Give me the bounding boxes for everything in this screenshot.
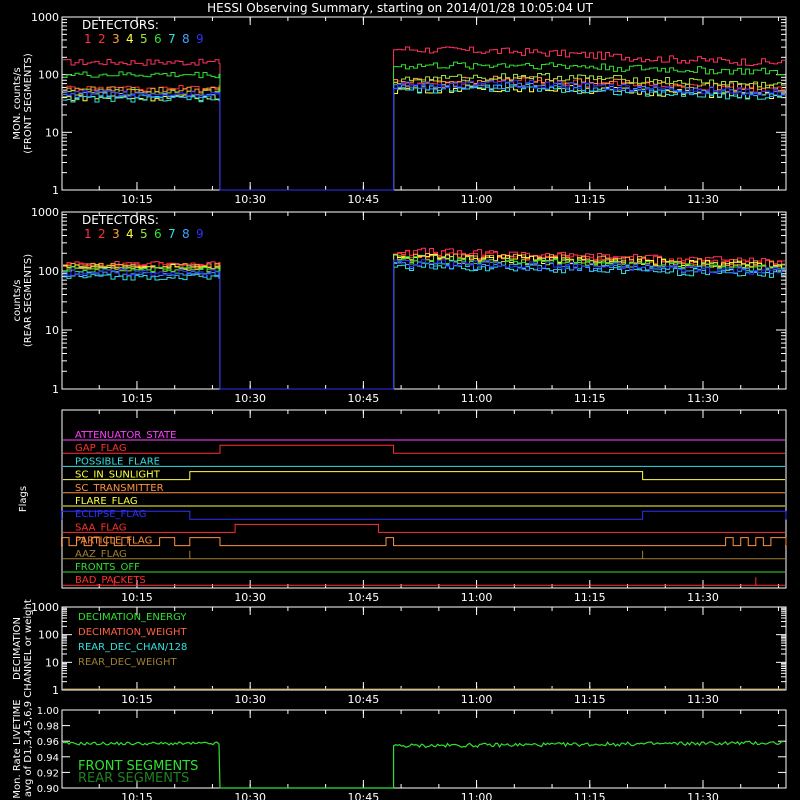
legend-detector-3: 3 [112,227,120,241]
x-tick-label: 10:15 [121,791,153,800]
flag-label: SC_TRANSMITTER [75,483,164,494]
x-tick-label: 11:15 [574,392,606,405]
y-axis-label-line: avg of D1,3,4,5,6,9 [23,701,34,797]
x-tick-label: 11:30 [687,591,719,604]
x-tick-label: 11:00 [461,193,493,206]
figure-title: HESSI Observing Summary, starting on 201… [207,1,593,15]
x-tick-label: 10:45 [348,392,380,405]
y-tick-label: 1000 [31,11,59,24]
y-axis-label-line: counts/s [12,279,23,321]
x-tick-label: 10:15 [121,693,153,706]
y-tick-label: 1 [52,684,59,697]
flag-label: GAP_FLAG [75,443,127,454]
x-tick-label: 11:30 [687,193,719,206]
legend-detector-8: 8 [182,32,190,46]
x-tick-label: 10:45 [348,693,380,706]
x-tick-label: 10:30 [234,693,266,706]
y-tick-label: 100 [38,69,59,82]
y-tick-label: 1.00 [37,706,59,717]
x-tick-label: 11:30 [687,392,719,405]
x-tick-label: 11:30 [687,791,719,800]
x-tick-label: 10:45 [348,591,380,604]
legend-title: DETECTORS: [82,213,159,227]
y-tick-label: 1000 [31,601,59,614]
hessi-summary-figure: HESSI Observing Summary, starting on 201… [0,0,800,800]
y-tick-label: 10 [45,324,59,337]
x-tick-label: 10:15 [121,591,153,604]
y-axis-label-line: DECIMATION [12,617,23,680]
legend-detector-5: 5 [140,32,148,46]
y-tick-label: 0.96 [37,737,59,748]
x-tick-label: 11:00 [461,693,493,706]
y-axis-label: MON. counts/s(FRONT SEGMENTS) [12,53,34,154]
decimation-legend-item: DECIMATION_ENERGY [78,612,187,623]
x-tick-label: 11:30 [687,693,719,706]
legend-detector-6: 6 [154,227,162,241]
legend-detector-4: 4 [126,32,134,46]
x-tick-label: 10:45 [348,791,380,800]
legend-detector-9: 9 [196,227,204,241]
decimation-legend-item: REAR_DEC_CHAN/128 [78,642,187,653]
legend-detector-7: 7 [168,227,176,241]
flag-label: ATTENUATOR_STATE [75,430,176,441]
x-tick-label: 11:15 [574,193,606,206]
y-tick-label: 1 [52,184,59,197]
y-axis-label-line: (FRONT SEGMENTS) [23,53,34,154]
y-tick-label: 1 [52,383,59,396]
x-tick-label: 10:15 [121,193,153,206]
y-tick-label: 0.98 [37,722,59,733]
x-tick-label: 11:00 [461,591,493,604]
flag-label: SC_IN_SUNLIGHT [75,470,161,481]
flag-label: BAD_PACKETS [75,575,146,586]
legend-detector-2: 2 [98,227,106,241]
legend-detector-1: 1 [84,227,92,241]
x-tick-label: 11:15 [574,693,606,706]
y-axis-label-line: (REAR SEGMENTS) [23,254,34,347]
y-axis-label-line: MON. counts/s [12,67,23,139]
y-axis-label: Flags [18,486,29,512]
flag-label: FLARE_FLAG [75,496,138,507]
x-tick-label: 10:30 [234,791,266,800]
legend-detector-2: 2 [98,32,106,46]
y-axis-label-line: Mon. Rate LIVETIME [12,699,23,798]
legend-detector-3: 3 [112,32,120,46]
legend-detector-5: 5 [140,227,148,241]
x-tick-label: 11:00 [461,392,493,405]
x-tick-label: 10:45 [348,193,380,206]
x-tick-label: 11:00 [461,791,493,800]
flag-label: SAA_FLAG [75,522,126,533]
legend-detector-7: 7 [168,32,176,46]
y-tick-label: 1000 [31,206,59,219]
y-tick-label: 0.92 [37,768,59,779]
decimation-legend-item: DECIMATION_WEIGHT [78,627,187,638]
legend-detector-4: 4 [126,227,134,241]
legend-detector-6: 6 [154,32,162,46]
x-tick-label: 11:15 [574,591,606,604]
x-tick-label: 10:30 [234,591,266,604]
legend-detector-8: 8 [182,227,190,241]
y-axis-label-line: Flags [18,486,29,512]
flag-label: AAZ_FLAG [75,549,127,560]
legend-detector-9: 9 [196,32,204,46]
y-tick-label: 100 [38,629,59,642]
flag-label: POSSIBLE_FLARE [75,456,160,467]
x-tick-label: 10:30 [234,392,266,405]
x-tick-label: 10:15 [121,392,153,405]
flag-label: FRONTS_OFF [75,562,140,573]
x-tick-label: 10:30 [234,193,266,206]
decimation-legend-item: REAR_DEC_WEIGHT [78,657,177,668]
legend-title: DETECTORS: [82,18,159,32]
y-tick-label: 100 [38,265,59,278]
y-tick-label: 0.94 [37,753,59,764]
x-tick-label: 11:15 [574,791,606,800]
y-tick-label: 10 [45,656,59,669]
livetime-legend-rear: REAR SEGMENTS [78,771,189,786]
y-tick-label: 0.90 [37,784,59,795]
y-axis-label: Mon. Rate LIVETIMEavg of D1,3,4,5,6,9 [12,699,34,798]
y-tick-label: 10 [45,126,59,139]
legend-detector-1: 1 [84,32,92,46]
